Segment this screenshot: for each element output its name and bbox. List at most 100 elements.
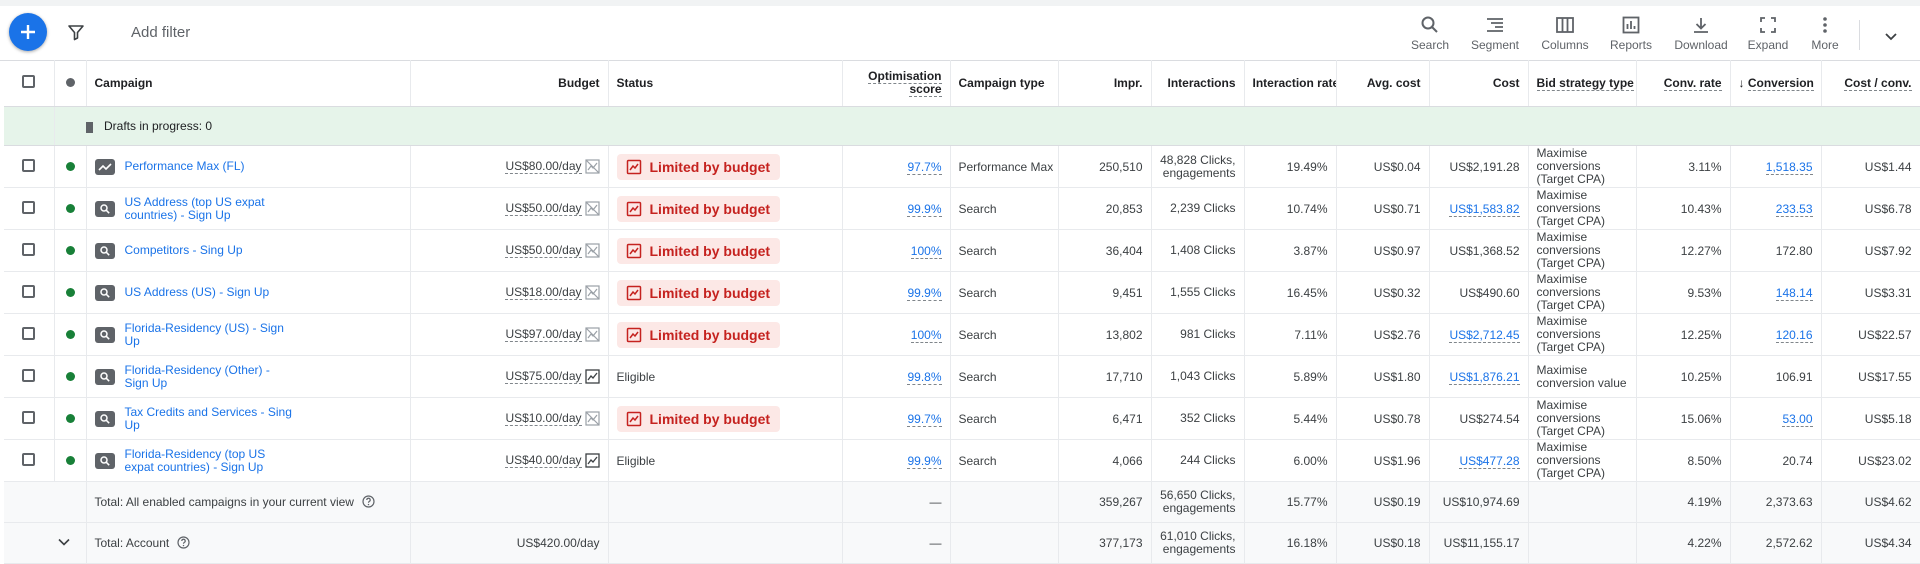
row-checkbox-cell[interactable] bbox=[4, 439, 55, 482]
col-bid-strategy-type[interactable]: Bid strategy type bbox=[1528, 60, 1637, 107]
table-row[interactable]: Performance Max (FL) US$80.00/day Limited … bbox=[4, 145, 1920, 188]
download-button[interactable]: Download bbox=[1670, 11, 1732, 57]
drafts-row[interactable]: Drafts in progress: 0 bbox=[4, 106, 1920, 146]
add-campaign-button[interactable] bbox=[9, 13, 47, 51]
col-conv-rate[interactable]: Conv. rate bbox=[1636, 60, 1731, 107]
enabled-status-dot[interactable] bbox=[65, 245, 75, 255]
enabled-status-dot[interactable] bbox=[65, 413, 75, 423]
col-interactions[interactable]: Interactions bbox=[1151, 60, 1245, 107]
budget-value[interactable]: US$50.00/day bbox=[505, 201, 582, 216]
row-checkbox-cell[interactable] bbox=[4, 355, 55, 398]
budget-value[interactable]: US$10.00/day bbox=[505, 411, 582, 426]
row-checkbox-cell[interactable] bbox=[4, 145, 55, 188]
table-row[interactable]: Florida-Residency (US) - Sign Up US$97.00… bbox=[4, 313, 1920, 356]
campaign-name-link[interactable]: US Address (top US expat countries) - Si… bbox=[125, 195, 295, 222]
col-optimisation-score[interactable]: Optimisation score bbox=[842, 60, 951, 107]
optimisation-score-link[interactable]: 97.7% bbox=[907, 159, 942, 175]
limited-by-budget-badge[interactable]: Limited by budget bbox=[616, 237, 781, 264]
reports-button[interactable]: Reports bbox=[1603, 11, 1659, 57]
add-filter-input[interactable]: Add filter bbox=[131, 24, 190, 41]
row-checkbox[interactable] bbox=[22, 242, 36, 256]
col-cost-per-conv[interactable]: Cost / conv. bbox=[1821, 60, 1920, 107]
col-budget[interactable]: Budget bbox=[410, 60, 609, 107]
row-checkbox-cell[interactable] bbox=[4, 313, 55, 356]
filter-icon[interactable] bbox=[66, 22, 86, 42]
campaign-name-link[interactable]: Tax Credits and Services - Sing Up bbox=[125, 405, 295, 432]
row-checkbox[interactable] bbox=[22, 200, 36, 214]
campaign-name-link[interactable]: Competitors - Sing Up bbox=[125, 244, 243, 257]
col-campaign[interactable]: Campaign bbox=[86, 60, 411, 107]
limited-by-budget-badge[interactable]: Limited by budget bbox=[616, 405, 781, 432]
budget-trend-icon[interactable] bbox=[584, 453, 600, 468]
col-interaction-rate[interactable]: Interaction rate bbox=[1244, 60, 1337, 107]
enabled-status-dot[interactable] bbox=[65, 455, 75, 465]
chevron-down-icon[interactable] bbox=[56, 534, 72, 550]
limited-by-budget-badge[interactable]: Limited by budget bbox=[616, 321, 781, 348]
row-checkbox[interactable] bbox=[22, 326, 36, 340]
segment-button[interactable]: Segment bbox=[1465, 11, 1525, 57]
bid-strategy-cell[interactable]: Maximise conversions (Target CPA) bbox=[1528, 313, 1637, 356]
select-all-checkbox-cell[interactable] bbox=[4, 60, 55, 107]
table-row[interactable]: Florida-Residency (Other) - Sign Up US$75… bbox=[4, 355, 1920, 398]
budget-trend-off-icon[interactable] bbox=[584, 159, 600, 174]
col-conversions[interactable]: ↓ Conversion bbox=[1730, 60, 1822, 107]
optimisation-score-link[interactable]: 99.7% bbox=[907, 411, 942, 427]
row-checkbox-cell[interactable] bbox=[4, 187, 55, 230]
optimisation-score-link[interactable]: 99.8% bbox=[907, 369, 942, 385]
row-checkbox[interactable] bbox=[22, 368, 36, 382]
optimisation-score-link[interactable]: 100% bbox=[910, 327, 942, 343]
campaign-name-link[interactable]: Florida-Residency (top US expat countrie… bbox=[125, 447, 295, 474]
col-cost[interactable]: Cost bbox=[1429, 60, 1529, 107]
chevron-down-icon[interactable] bbox=[1883, 28, 1899, 44]
budget-trend-off-icon[interactable] bbox=[584, 285, 600, 300]
optimisation-score-link[interactable]: 99.9% bbox=[907, 453, 942, 469]
search-button[interactable]: Search bbox=[1410, 11, 1450, 57]
status-dot-cell[interactable] bbox=[54, 355, 87, 398]
row-checkbox[interactable] bbox=[22, 452, 36, 466]
status-dot-cell[interactable] bbox=[54, 271, 87, 314]
limited-by-budget-badge[interactable]: Limited by budget bbox=[616, 279, 781, 306]
bid-strategy-cell[interactable]: Maximise conversion value bbox=[1528, 355, 1637, 398]
expand-button[interactable]: Expand bbox=[1740, 11, 1796, 57]
more-button[interactable]: More bbox=[1800, 11, 1850, 57]
columns-button[interactable]: Columns bbox=[1535, 11, 1595, 57]
table-row[interactable]: US Address (top US expat countries) - Si… bbox=[4, 187, 1920, 230]
budget-trend-icon[interactable] bbox=[584, 369, 600, 384]
status-dot-cell[interactable] bbox=[54, 187, 87, 230]
help-icon[interactable] bbox=[177, 536, 190, 549]
limited-by-budget-badge[interactable]: Limited by budget bbox=[616, 195, 781, 222]
table-row[interactable]: Tax Credits and Services - Sing Up US$10.… bbox=[4, 397, 1920, 440]
row-checkbox[interactable] bbox=[22, 158, 36, 172]
campaign-name-link[interactable]: Florida-Residency (US) - Sign Up bbox=[125, 321, 295, 348]
cost-value[interactable]: US$1,876.21 bbox=[1449, 369, 1520, 385]
bid-strategy-cell[interactable]: Maximise conversions (Target CPA) bbox=[1528, 271, 1637, 314]
enabled-status-dot[interactable] bbox=[65, 203, 75, 213]
budget-trend-off-icon[interactable] bbox=[584, 327, 600, 342]
budget-value[interactable]: US$40.00/day bbox=[505, 453, 582, 468]
bid-strategy-cell[interactable]: Maximise conversions (Target CPA) bbox=[1528, 229, 1637, 272]
bid-strategy-cell[interactable]: Maximise conversions (Target CPA) bbox=[1528, 187, 1637, 230]
enabled-status-dot[interactable] bbox=[65, 287, 75, 297]
status-dot-cell[interactable] bbox=[54, 313, 87, 356]
status-dot-cell[interactable] bbox=[54, 229, 87, 272]
budget-trend-off-icon[interactable] bbox=[584, 411, 600, 426]
enabled-status-dot[interactable] bbox=[65, 329, 75, 339]
col-campaign-type[interactable]: Campaign type bbox=[950, 60, 1059, 107]
bid-strategy-cell[interactable]: Maximise conversions (Target CPA) bbox=[1528, 439, 1637, 482]
col-avg-cost[interactable]: Avg. cost bbox=[1336, 60, 1430, 107]
cost-value[interactable]: US$477.28 bbox=[1459, 453, 1520, 469]
budget-value[interactable]: US$97.00/day bbox=[505, 327, 582, 342]
conversions-value[interactable]: 233.53 bbox=[1775, 201, 1813, 217]
status-dot-cell[interactable] bbox=[54, 397, 87, 440]
conversions-value[interactable]: 120.16 bbox=[1775, 327, 1813, 343]
total-expand-cell[interactable] bbox=[4, 522, 87, 564]
budget-trend-off-icon[interactable] bbox=[584, 201, 600, 216]
campaign-name-link[interactable]: Florida-Residency (Other) - Sign Up bbox=[125, 363, 295, 390]
row-checkbox[interactable] bbox=[22, 284, 36, 298]
status-filter-dot[interactable] bbox=[65, 78, 75, 87]
conversions-value[interactable]: 53.00 bbox=[1782, 411, 1813, 427]
select-all-checkbox[interactable] bbox=[22, 75, 36, 88]
row-checkbox-cell[interactable] bbox=[4, 271, 55, 314]
table-row[interactable]: Florida-Residency (top US expat countrie… bbox=[4, 439, 1920, 482]
optimisation-score-link[interactable]: 99.9% bbox=[907, 285, 942, 301]
